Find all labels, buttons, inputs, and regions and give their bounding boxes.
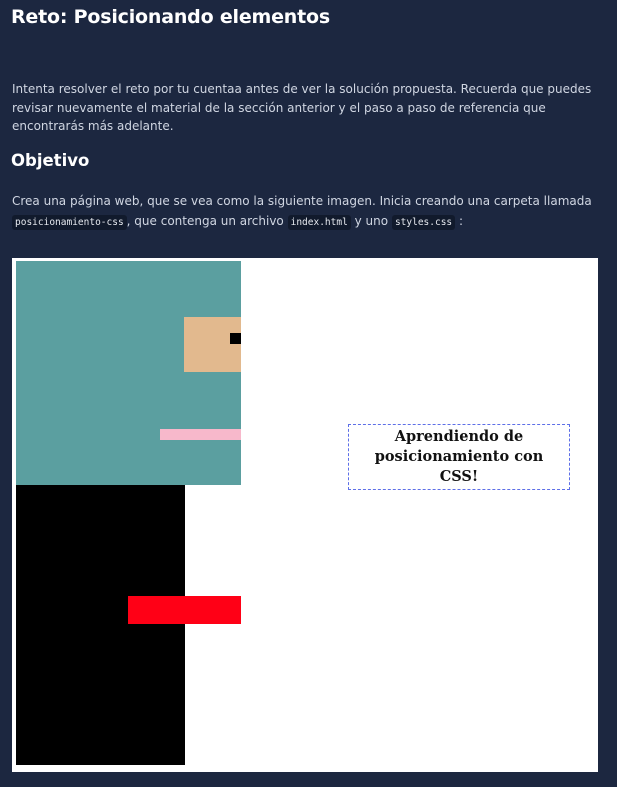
objective-heading: Objetivo — [11, 151, 90, 170]
example-result-image: Aprendiendo de posicionamiento con CSS! — [12, 258, 598, 772]
code-styles-css: styles.css — [391, 215, 456, 230]
figure-caption-box: Aprendiendo de posicionamiento con CSS! — [348, 424, 570, 490]
objective-text-1: Crea una página web, que se vea como la … — [12, 194, 592, 208]
code-folder-name: posicionamiento-css — [12, 215, 127, 230]
figure-body-block — [16, 485, 185, 765]
figure-face-block — [184, 317, 241, 372]
objective-text-3: y uno — [354, 214, 389, 228]
intro-paragraph: Intenta resolver el reto por tu cuentaa … — [12, 82, 592, 133]
figure-arm-block — [128, 596, 241, 624]
page-title: Reto: Posicionando elementos — [11, 6, 330, 28]
figure-head-block — [16, 261, 241, 485]
page: Reto: Posicionando elementos Intenta res… — [0, 0, 617, 787]
figure-mouth-block — [160, 429, 241, 440]
figure-caption-text: Aprendiendo de posicionamiento con CSS! — [374, 428, 544, 485]
objective-text-2: , que contenga un archivo — [126, 214, 284, 228]
figure-eye-block — [230, 333, 241, 344]
objective-paragraph: Crea una página web, que se vea como la … — [12, 191, 608, 233]
code-index-html: index.html — [287, 215, 351, 230]
objective-text-4: : — [458, 214, 464, 228]
